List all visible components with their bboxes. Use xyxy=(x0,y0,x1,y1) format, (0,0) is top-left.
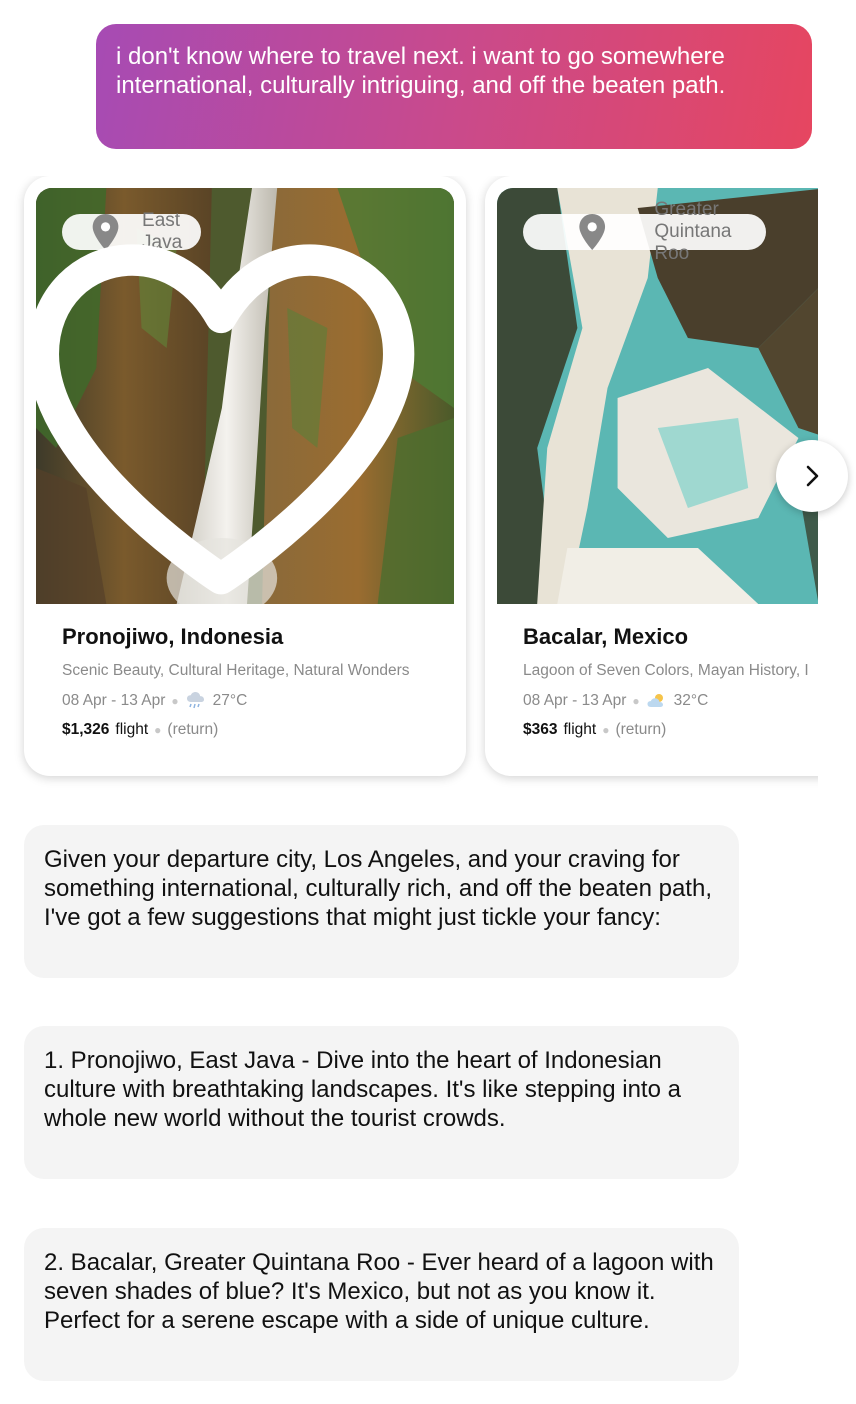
trip-type: (return) xyxy=(615,721,667,738)
price-row: $363 flight ● (return) xyxy=(523,721,818,739)
temperature: 27°C xyxy=(212,692,248,709)
sun-cloud-icon xyxy=(647,694,663,707)
map-pin-icon xyxy=(579,214,606,250)
temperature: 32°C xyxy=(673,692,709,709)
price-type: flight xyxy=(115,721,149,738)
price-amount: $363 xyxy=(523,721,558,738)
location-pill: Greater Quintana Roo xyxy=(523,199,766,264)
separator-dot: ● xyxy=(602,723,610,737)
location-pill-label: Greater Quintana Roo xyxy=(654,199,732,264)
lagoon-photo: Greater Quintana Roo xyxy=(497,188,818,604)
destination-card-pronojiwo[interactable]: East Java Pronojiwo, Indonesia Scenic Be… xyxy=(24,176,466,776)
destination-tags: Lagoon of Seven Colors, Mayan History, I xyxy=(523,662,809,679)
destination-title: Pronojiwo, Indonesia xyxy=(62,624,284,649)
card-info: Bacalar, Mexico Lagoon of Seven Colors, … xyxy=(523,624,818,739)
separator-dot: ● xyxy=(154,723,162,737)
trip-type: (return) xyxy=(167,721,219,738)
price-amount: $1,326 xyxy=(62,721,110,738)
chevron-right-icon xyxy=(806,465,819,487)
trip-meta: 08 Apr - 13 Apr ● 32°C xyxy=(523,691,818,711)
rain-cloud-icon xyxy=(186,692,204,709)
heart-outline-icon[interactable] xyxy=(36,214,430,604)
assistant-message-intro: Given your departure city, Los Angeles, … xyxy=(24,825,739,978)
card-info: Pronojiwo, Indonesia Scenic Beauty, Cult… xyxy=(62,624,442,739)
assistant-message-suggestion-1: 1. Pronojiwo, East Java - Dive into the … xyxy=(24,1026,739,1179)
trip-dates: 08 Apr - 13 Apr xyxy=(62,692,166,709)
destination-card-bacalar[interactable]: Greater Quintana Roo Bacalar, Mexico Lag… xyxy=(485,176,818,776)
user-message-bubble: i don't know where to travel next. i wan… xyxy=(96,24,812,149)
separator-dot: ● xyxy=(171,694,179,708)
price-row: $1,326 flight ● (return) xyxy=(62,721,442,739)
destination-tags: Scenic Beauty, Cultural Heritage, Natura… xyxy=(62,662,410,679)
waterfall-photo: East Java xyxy=(36,188,454,604)
assistant-message-suggestion-2: 2. Bacalar, Greater Quintana Roo - Ever … xyxy=(24,1228,739,1381)
separator-dot: ● xyxy=(632,694,640,708)
carousel-next-button[interactable] xyxy=(776,440,848,512)
destination-carousel[interactable]: East Java Pronojiwo, Indonesia Scenic Be… xyxy=(0,176,818,788)
price-type: flight xyxy=(563,721,597,738)
card-content: Greater Quintana Roo Bacalar, Mexico Lag… xyxy=(497,188,818,764)
trip-dates: 08 Apr - 13 Apr xyxy=(523,692,627,709)
card-content: East Java Pronojiwo, Indonesia Scenic Be… xyxy=(36,188,454,764)
destination-title: Bacalar, Mexico xyxy=(523,624,689,649)
trip-meta: 08 Apr - 13 Apr ● 27°C xyxy=(62,691,442,711)
